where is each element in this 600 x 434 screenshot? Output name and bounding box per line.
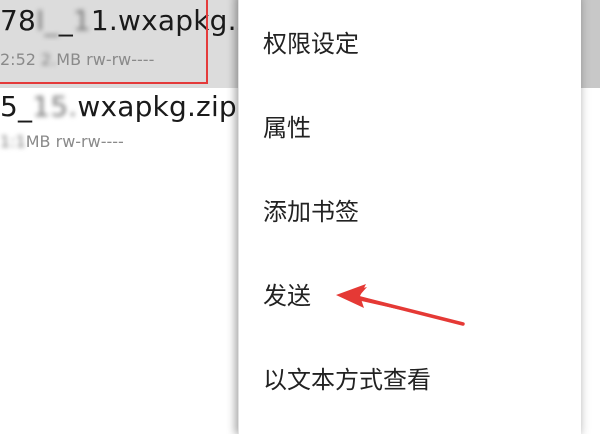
file-meta: 1:1MB rw-rw----: [0, 132, 124, 151]
menu-item-view-as-text[interactable]: 以文本方式查看: [239, 350, 581, 410]
context-menu: 权限设定 属性 添加书签 发送 以文本方式查看: [238, 0, 581, 434]
menu-item-add-bookmark[interactable]: 添加书签: [239, 182, 581, 242]
scrollbar[interactable]: [578, 0, 600, 88]
menu-item-properties[interactable]: 属性: [239, 98, 581, 158]
menu-item-label: 发送: [263, 282, 311, 310]
file-name: 5_15.wxapkg.zip: [0, 90, 237, 123]
menu-item-send[interactable]: 发送: [239, 266, 581, 326]
menu-item-label: 以文本方式查看: [263, 366, 431, 394]
menu-item-label: 添加书签: [263, 198, 359, 226]
menu-item-permissions[interactable]: 权限设定: [239, 14, 581, 74]
menu-item-label: 属性: [263, 114, 311, 142]
selection-highlight: [0, 0, 208, 84]
menu-item-label: 权限设定: [263, 30, 359, 58]
